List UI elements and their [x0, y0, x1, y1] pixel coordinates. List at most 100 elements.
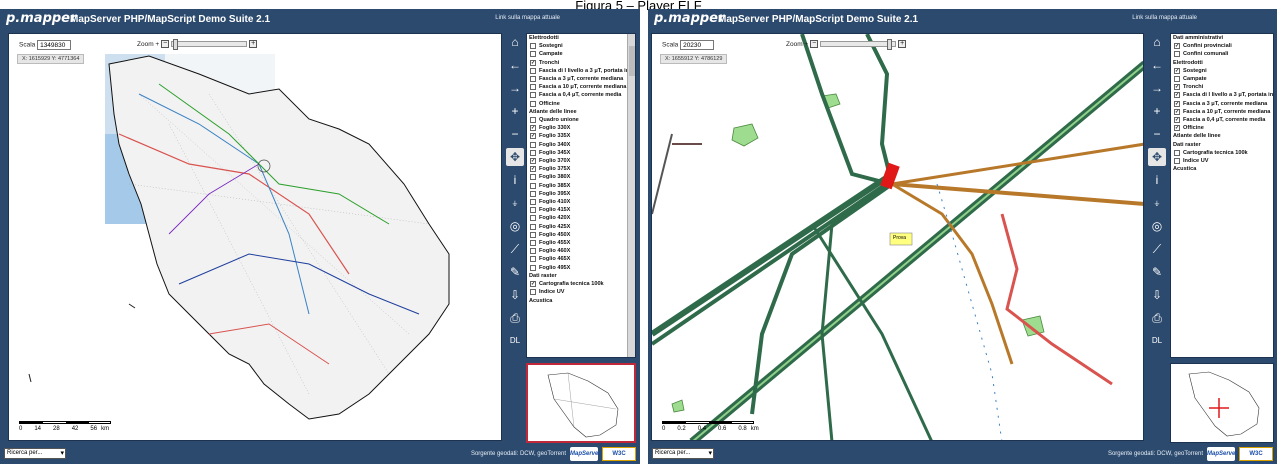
zoom-minus-button[interactable]: − [161, 40, 170, 48]
zoom-in-icon[interactable]: + [1148, 102, 1166, 120]
back-icon[interactable]: ← [506, 56, 524, 74]
layer-group[interactable]: Elettrodotti [1171, 59, 1273, 67]
layer-item[interactable]: Fascia a 3 μT, corrente mediana [527, 75, 635, 83]
layer-checkbox[interactable] [530, 207, 536, 214]
layer-item[interactable]: ✓ Fascia a 10 μT, corrente mediana [1171, 108, 1273, 116]
info-icon[interactable]: i [1148, 171, 1166, 189]
layer-checkbox[interactable] [530, 215, 536, 222]
layer-item[interactable]: Foglio 455X [527, 239, 635, 247]
scrollbar-thumb[interactable] [629, 46, 635, 76]
map-view[interactable]: Prova Scala X: 1655912 Y: 4786129 Zoom +… [651, 33, 1144, 441]
w3c-xhtml-badge[interactable]: W3C XHTML 1.0 [602, 447, 636, 464]
measure-icon[interactable]: ⟋ [506, 240, 524, 258]
poi-icon[interactable]: ✎ [1148, 263, 1166, 281]
print-icon[interactable]: ⎙ [506, 309, 524, 327]
zoom-out-icon[interactable]: − [506, 125, 524, 143]
search-select[interactable]: Ricerca per... ▾ [652, 448, 714, 459]
layer-group[interactable]: Atlante delle linee [1171, 132, 1273, 140]
layer-item[interactable]: Fascia a 0,4 μT, corrente media [527, 91, 635, 99]
layer-item[interactable]: Foglio 425X [527, 223, 635, 231]
layer-checkbox[interactable] [530, 231, 536, 238]
layer-checkbox[interactable] [1174, 76, 1180, 83]
forward-icon[interactable]: → [1148, 79, 1166, 97]
zoom-thumb[interactable] [173, 39, 179, 50]
layer-item[interactable]: Foglio 465X [527, 255, 635, 263]
w3c-xhtml-badge[interactable]: W3C XHTML 1.0 [1239, 447, 1273, 464]
layer-checkbox[interactable] [1174, 158, 1180, 165]
auto-identify-icon[interactable]: ◎ [506, 217, 524, 235]
layer-item[interactable]: ✓ Foglio 330X [527, 124, 635, 132]
poi-icon[interactable]: ✎ [506, 263, 524, 281]
layer-list[interactable]: Dati amministrativi ✓ Confini provinciali C… [1170, 33, 1274, 358]
layer-item[interactable]: ✓ Fascia a 3 μT, corrente mediana [1171, 100, 1273, 108]
layer-item[interactable]: Indice UV [1171, 157, 1273, 165]
select-icon[interactable]: ⍖ [506, 194, 524, 212]
layer-checkbox[interactable] [530, 182, 536, 189]
layer-checkbox[interactable]: ✓ [530, 59, 536, 66]
layer-checkbox[interactable] [1174, 51, 1180, 58]
layer-checkbox[interactable] [530, 117, 536, 124]
layer-group[interactable]: Acustica [527, 297, 635, 305]
layer-checkbox[interactable] [530, 92, 536, 99]
layer-item[interactable]: Cartografia tecnica 100k [1171, 149, 1273, 157]
layer-item[interactable]: Quadro unione [527, 116, 635, 124]
layer-group[interactable]: Dati raster [1171, 141, 1273, 149]
pan-icon[interactable]: ✥ [506, 148, 524, 166]
layer-checkbox[interactable]: ✓ [1174, 84, 1180, 91]
layer-checkbox[interactable]: ✓ [530, 281, 536, 288]
layer-item[interactable]: ✓ Fascia a 0,4 μT, corrente media [1171, 116, 1273, 124]
layer-item[interactable]: Foglio 415X [527, 206, 635, 214]
layer-item[interactable]: ✓ Officine [1171, 124, 1273, 132]
reference-map[interactable] [1170, 363, 1274, 443]
layer-checkbox[interactable] [530, 289, 536, 296]
layer-item[interactable]: Foglio 345X [527, 149, 635, 157]
layer-item[interactable]: ✓ Foglio 375X [527, 165, 635, 173]
download-label[interactable]: DL [1148, 332, 1166, 350]
layer-item[interactable]: ✓ Tronchi [527, 59, 635, 67]
download-icon[interactable]: ⇩ [1148, 286, 1166, 304]
pan-icon[interactable]: ✥ [1148, 148, 1166, 166]
zoom-in-icon[interactable]: + [506, 102, 524, 120]
layer-item[interactable]: Sostegni [527, 42, 635, 50]
mapserver-badge[interactable]: MapServer [1207, 447, 1238, 461]
zoom-plus-button[interactable]: + [898, 40, 907, 48]
layer-item[interactable]: ✓ Confini provinciali [1171, 42, 1273, 50]
zoom-out-icon[interactable]: − [1148, 125, 1166, 143]
layer-item[interactable]: ✓ Cartografia tecnica 100k [527, 280, 635, 288]
map-link[interactable]: Link sulla mappa attuale [495, 15, 560, 21]
scale-input[interactable] [37, 40, 72, 50]
zoom-thumb[interactable] [887, 39, 893, 50]
layer-item[interactable]: Foglio 410X [527, 198, 635, 206]
layer-item[interactable]: Foglio 385X [527, 182, 635, 190]
layer-checkbox[interactable] [530, 76, 536, 83]
mapserver-badge[interactable]: MapServer [570, 447, 601, 461]
layer-item[interactable]: Campate [1171, 75, 1273, 83]
layer-checkbox[interactable] [530, 256, 536, 263]
layer-item[interactable]: ✓ Foglio 335X [527, 132, 635, 140]
layer-item[interactable]: Confini comunali [1171, 50, 1273, 58]
zoom-slider[interactable] [171, 39, 248, 50]
forward-icon[interactable]: → [506, 79, 524, 97]
zoom-plus-button[interactable]: + [249, 40, 258, 48]
layer-checkbox[interactable]: ✓ [530, 158, 536, 165]
layer-item[interactable]: ✓ Tronchi [1171, 83, 1273, 91]
layer-checkbox[interactable]: ✓ [1174, 43, 1180, 50]
layer-item[interactable]: Foglio 340X [527, 141, 635, 149]
layer-checkbox[interactable] [530, 67, 536, 74]
layer-checkbox[interactable] [530, 141, 536, 148]
map-view[interactable]: Scala X: 1615929 Y: 4771364 Zoom + − + 0… [8, 33, 502, 441]
layer-checkbox[interactable]: ✓ [1174, 117, 1180, 124]
layer-checkbox[interactable] [530, 240, 536, 247]
layer-checkbox[interactable] [530, 174, 536, 181]
layer-item[interactable]: Indice UV [527, 288, 635, 296]
print-icon[interactable]: ⎙ [1148, 309, 1166, 327]
layer-item[interactable]: Foglio 420X [527, 214, 635, 222]
layer-checkbox[interactable]: ✓ [530, 166, 536, 173]
layer-item[interactable]: Foglio 460X [527, 247, 635, 255]
layer-checkbox[interactable] [530, 248, 536, 255]
select-icon[interactable]: ⍖ [1148, 194, 1166, 212]
layer-item[interactable]: Foglio 450X [527, 231, 635, 239]
layer-item[interactable]: Foglio 395X [527, 190, 635, 198]
layer-checkbox[interactable] [1174, 149, 1180, 156]
map-link[interactable]: Link sulla mappa attuale [1132, 15, 1197, 21]
